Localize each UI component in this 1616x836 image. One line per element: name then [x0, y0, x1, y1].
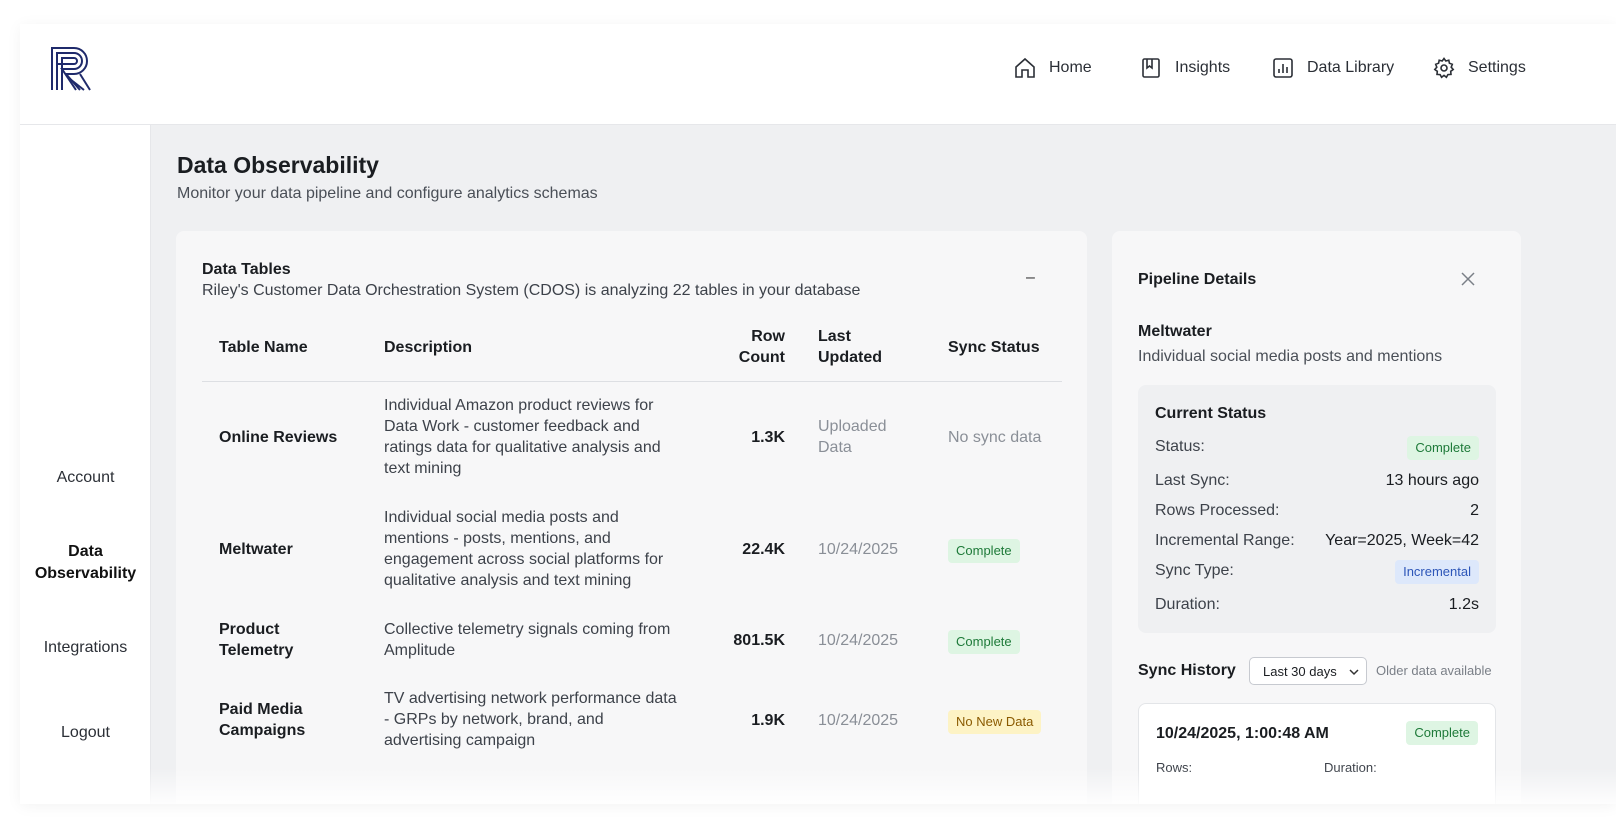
duration-value: 1.2s [1448, 596, 1479, 613]
history-range-value: Last 30 days [1263, 664, 1337, 679]
last-updated-cell: 10/24/2025 [818, 632, 899, 649]
table-name-cell: Meltwater [219, 541, 293, 558]
table-name-cell: Paid Media Campaigns [219, 701, 306, 739]
collapse-button[interactable]: – [1026, 269, 1035, 287]
column-header-sync-status[interactable]: Sync Status [948, 337, 1040, 358]
incremental-range-label: Incremental Range: [1155, 532, 1295, 549]
brand-logo[interactable] [50, 46, 94, 92]
status-badge: Complete [948, 630, 1020, 654]
description-cell: Collective telemetry signals coming from… [384, 621, 671, 659]
nav-insights[interactable]: Insights [1139, 56, 1230, 80]
last-updated-cell: 10/24/2025 [818, 712, 899, 729]
main-content: Data Observability Monitor your data pip… [151, 125, 1616, 804]
last-updated-cell: 10/24/2025 [818, 541, 899, 558]
older-data-note: Older data available [1376, 663, 1492, 678]
data-tables-subtitle: Riley's Customer Data Orchestration Syst… [202, 282, 861, 299]
sidebar-item-data-observability[interactable]: Data Observability [20, 541, 151, 585]
page-title: Data Observability [177, 152, 379, 178]
nav-insights-label: Insights [1175, 59, 1231, 76]
status-badge: Complete [948, 539, 1020, 563]
history-duration-label: Duration: [1324, 760, 1377, 775]
page-subtitle: Monitor your data pipeline and configure… [177, 185, 598, 202]
home-icon [1015, 57, 1035, 78]
nav-settings[interactable]: Settings [1432, 56, 1526, 80]
data-tables-card: Data Tables Riley's Customer Data Orches… [176, 231, 1087, 804]
table-name-cell: Online Reviews [219, 429, 338, 446]
nav-data-library[interactable]: Data Library [1271, 56, 1394, 80]
book-icon [1142, 58, 1160, 78]
rows-processed-label: Rows Processed: [1155, 502, 1280, 519]
sidebar: Account Data Observability Integrations … [20, 125, 151, 804]
sync-history-entry[interactable]: 10/24/2025, 1:00:48 AM Complete Rows: Du… [1138, 703, 1496, 804]
row-count-cell: 801.5K [733, 632, 785, 649]
last-updated-cell: Uploaded Data [818, 418, 887, 456]
current-status-title: Current Status [1155, 405, 1267, 422]
top-header: Home Insights Data Library Settings [20, 24, 1616, 125]
column-header-row-count[interactable]: Row Count [735, 326, 785, 368]
sync-type-label: Sync Type: [1155, 562, 1234, 579]
description-cell: TV advertising network performance data … [384, 690, 677, 749]
bar-chart-icon [1273, 58, 1293, 78]
pipeline-details-panel: Pipeline Details Meltwater Individual so… [1112, 231, 1521, 804]
table-name-cell: Product Telemetry [219, 621, 294, 659]
nav-data-library-label: Data Library [1307, 59, 1395, 76]
incremental-range-value: Year=2025, Week=42 [1325, 532, 1479, 549]
nav-home[interactable]: Home [1013, 56, 1092, 80]
history-entry-date: 10/24/2025, 1:00:48 AM [1156, 725, 1329, 742]
current-status-box: Current Status Status: Complete Last Syn… [1138, 385, 1496, 633]
header-divider [202, 381, 1062, 382]
data-tables-title: Data Tables [202, 261, 291, 278]
status-label: Status: [1155, 438, 1205, 455]
status-badge: Complete [1406, 721, 1478, 745]
last-sync-value: 13 hours ago [1385, 472, 1479, 489]
nav-settings-label: Settings [1468, 59, 1526, 76]
status-badge: Complete [1407, 436, 1479, 460]
sync-history-title: Sync History [1138, 662, 1236, 679]
gear-icon [1433, 57, 1455, 79]
sidebar-item-logout[interactable]: Logout [20, 722, 151, 744]
sync-status-text: No sync data [948, 429, 1042, 446]
history-rows-label: Rows: [1156, 760, 1193, 775]
row-count-cell: 1.3K [751, 429, 785, 446]
sync-type-badge: Incremental [1395, 560, 1479, 584]
status-badge: No New Data [948, 710, 1042, 734]
pipeline-source-description: Individual social media posts and mentio… [1138, 348, 1443, 365]
sidebar-item-integrations[interactable]: Integrations [20, 637, 151, 659]
app-window: Home Insights Data Library Settings Acco… [20, 24, 1616, 804]
description-cell: Individual Amazon product reviews for Da… [384, 397, 661, 477]
column-header-last-updated[interactable]: Last Updated [818, 326, 898, 368]
rows-processed-value: 2 [1470, 502, 1479, 519]
description-cell: Individual social media posts and mentio… [384, 509, 664, 589]
column-header-table-name[interactable]: Table Name [219, 337, 308, 358]
history-range-select[interactable]: Last 30 days [1249, 657, 1367, 685]
chevron-down-icon [1349, 669, 1359, 676]
column-header-description[interactable]: Description [384, 337, 472, 358]
row-count-cell: 1.9K [751, 712, 785, 729]
pipeline-source-name: Meltwater [1138, 323, 1212, 340]
last-sync-label: Last Sync: [1155, 472, 1230, 489]
pipeline-details-title: Pipeline Details [1138, 271, 1257, 288]
sidebar-item-account[interactable]: Account [20, 467, 151, 489]
duration-label: Duration: [1155, 596, 1220, 613]
close-icon[interactable] [1460, 271, 1476, 287]
row-count-cell: 22.4K [742, 541, 785, 558]
nav-home-label: Home [1049, 59, 1092, 76]
